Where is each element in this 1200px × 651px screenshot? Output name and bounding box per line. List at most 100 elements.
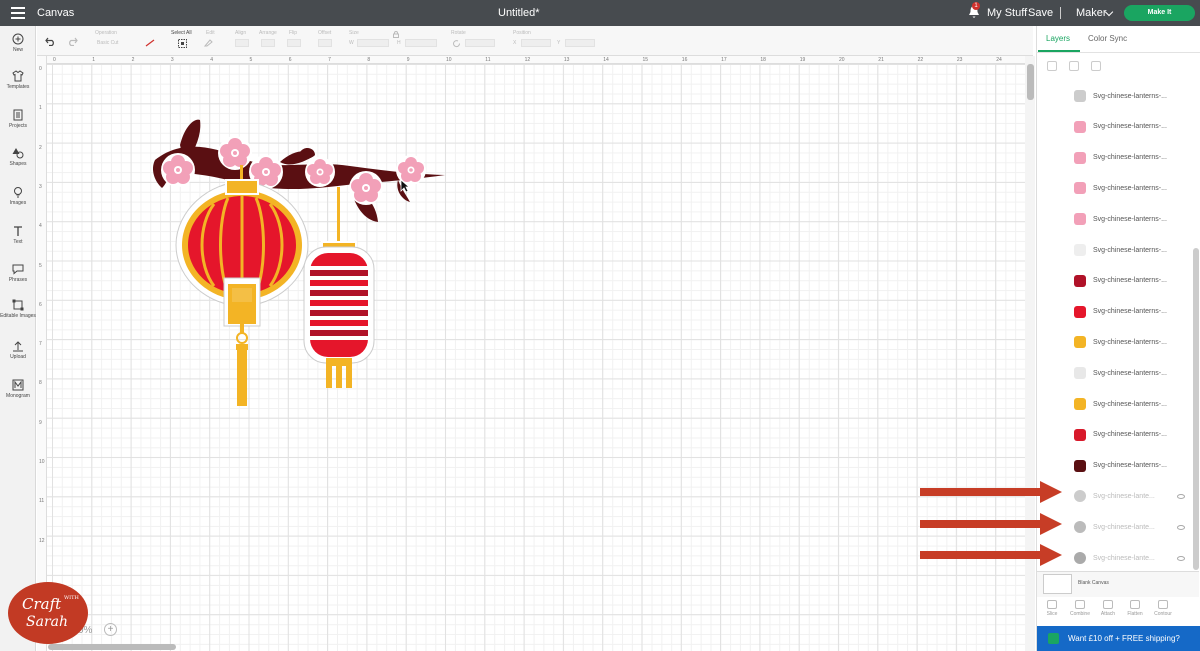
arrange-dropdown[interactable] <box>261 39 275 47</box>
layer-row[interactable]: Svg-chinese-lanterns-... <box>1037 358 1193 388</box>
ruler-tick-label: 16 <box>681 57 688 63</box>
undo-icon[interactable] <box>45 37 56 46</box>
align-dropdown[interactable] <box>235 39 249 47</box>
layer-row[interactable]: Svg-chinese-lanterns-... <box>1037 266 1193 296</box>
duplicate-icon[interactable] <box>1069 61 1079 71</box>
logo-craft: Craft <box>22 595 62 613</box>
sidebar-item-new[interactable]: New <box>0 33 36 53</box>
layer-row[interactable]: Svg-chinese-lanterns-... <box>1037 451 1193 481</box>
canvas-horizontal-scrollbar[interactable] <box>48 644 176 650</box>
mouse-cursor-icon <box>400 179 410 193</box>
document-title[interactable]: Untitled* <box>498 7 540 19</box>
left-sidebar: New Templates Projects Shapes Images Tex… <box>0 26 36 651</box>
hidden-eye-icon[interactable] <box>1177 493 1185 499</box>
layer-name: Svg-chinese-lanterns-... <box>1093 184 1167 192</box>
contour-button[interactable]: Contour <box>1152 600 1174 617</box>
layer-thumbnail <box>1074 90 1086 102</box>
ruler-tick-label: 14 <box>603 57 609 63</box>
ruler-tick-label: 9 <box>39 419 42 426</box>
sidebar-item-images[interactable]: Images <box>0 186 36 206</box>
position-x-input[interactable] <box>521 39 551 47</box>
plus-circle-icon <box>12 33 24 45</box>
hidden-eye-icon[interactable] <box>1177 555 1185 561</box>
layer-name: Svg-chinese-lanterns-... <box>1093 277 1167 285</box>
sidebar-item-phrases[interactable]: Phrases <box>0 263 36 283</box>
chinese-lanterns-design[interactable] <box>140 110 460 410</box>
layer-row[interactable]: Svg-chinese-lanterns-... <box>1037 327 1193 357</box>
sidebar-item-monogram[interactable]: Monogram <box>0 379 36 399</box>
layer-row[interactable]: Svg-chinese-lanterns-... <box>1037 81 1193 111</box>
sidebar-item-projects[interactable]: Projects <box>0 109 36 129</box>
contour-icon <box>1158 600 1168 609</box>
combine-label: Combine <box>1069 611 1090 617</box>
edit-icon[interactable] <box>204 39 216 47</box>
upload-icon <box>13 341 23 352</box>
sidebar-item-templates[interactable]: Templates <box>0 70 36 90</box>
make-it-button[interactable]: Make It <box>1124 5 1195 21</box>
layer-row[interactable]: Svg-chinese-lanterns-... <box>1037 204 1193 234</box>
canvas-vertical-scrollbar[interactable] <box>1027 64 1034 100</box>
layer-name: Svg-chinese-lanterns-... <box>1093 462 1167 470</box>
my-stuff-link[interactable]: My Stuff <box>987 7 1027 19</box>
redo-icon[interactable] <box>67 37 78 46</box>
zoom-in-button[interactable]: + <box>104 623 117 636</box>
layer-thumbnail <box>1074 305 1086 318</box>
sidebar-item-label: Text <box>13 239 23 245</box>
combine-button[interactable]: Combine <box>1069 600 1091 617</box>
layer-thumbnail <box>1074 398 1086 410</box>
layer-row[interactable]: Svg-chinese-lanterns-... <box>1037 297 1193 327</box>
promo-banner[interactable]: Want £10 off + FREE shipping? <box>1037 626 1200 651</box>
layer-name: Svg-chinese-lanterns-... <box>1093 369 1167 377</box>
width-input[interactable] <box>357 39 389 47</box>
ruler-tick-label: 21 <box>878 57 884 63</box>
flatten-button[interactable]: Flatten <box>1124 600 1146 617</box>
position-x-label: X <box>513 40 517 46</box>
rotate-icon <box>453 40 461 48</box>
annotation-arrow <box>920 544 1062 566</box>
layer-thumbnail <box>1074 120 1086 133</box>
ruler-tick-label: 17 <box>721 57 727 63</box>
attach-button[interactable]: Attach <box>1097 600 1119 617</box>
select-all-icon[interactable] <box>178 39 187 48</box>
layer-name: Svg-chinese-lanterns-... <box>1093 431 1167 439</box>
delete-icon[interactable] <box>1091 61 1101 71</box>
ruler-tick-label: 7 <box>328 57 331 63</box>
sidebar-item-upload[interactable]: Upload <box>0 340 36 360</box>
layer-row[interactable]: Svg-chinese-lanterns-... <box>1037 143 1193 173</box>
layer-row[interactable]: Svg-chinese-lanterns-... <box>1037 389 1193 419</box>
canvas-scrollbar-track[interactable] <box>1025 56 1035 651</box>
group-icon[interactable] <box>1047 61 1057 71</box>
rotate-input[interactable] <box>465 39 495 47</box>
lightbulb-icon <box>14 187 22 198</box>
sidebar-item-shapes[interactable]: Shapes <box>0 147 36 167</box>
sidebar-item-text[interactable]: Text <box>0 225 36 245</box>
layer-row[interactable]: Svg-chinese-lanterns-... <box>1037 173 1193 203</box>
flip-dropdown[interactable] <box>287 39 301 47</box>
tab-layers[interactable]: Layers <box>1046 34 1070 43</box>
height-input[interactable] <box>405 39 437 47</box>
lock-icon[interactable] <box>393 31 399 38</box>
ruler-tick-label: 8 <box>39 380 42 387</box>
layer-row[interactable]: Svg-chinese-lanterns-... <box>1037 420 1193 450</box>
layer-row[interactable]: Svg-chinese-lanterns-... <box>1037 112 1193 142</box>
save-button[interactable]: Save <box>1028 7 1053 19</box>
logo-sarah: Sarah <box>26 614 68 630</box>
ruler-tick-label: 12 <box>524 57 531 63</box>
blank-canvas-swatch[interactable] <box>1043 574 1072 594</box>
layers-scrollbar[interactable] <box>1193 248 1199 570</box>
layer-thumbnail <box>1074 367 1086 380</box>
hidden-eye-icon[interactable] <box>1177 524 1185 530</box>
layer-thumbnail <box>1074 459 1086 472</box>
layer-row[interactable]: Svg-chinese-lanterns-... <box>1037 235 1193 265</box>
sidebar-item-editable-images[interactable]: Editable Images <box>0 299 36 319</box>
machine-select[interactable]: Maker <box>1076 7 1107 19</box>
operation-select[interactable]: Basic Cut <box>97 40 118 46</box>
size-label: Size <box>349 30 359 36</box>
slice-button[interactable]: Slice <box>1041 600 1063 617</box>
tab-color-sync[interactable]: Color Sync <box>1088 34 1127 43</box>
layer-name: Svg-chinese-lanterns-... <box>1093 215 1167 223</box>
layer-name: Svg-chinese-lante... <box>1093 554 1155 562</box>
offset-button[interactable] <box>318 39 332 47</box>
hamburger-menu-icon[interactable] <box>11 7 25 19</box>
position-y-input[interactable] <box>565 39 595 47</box>
